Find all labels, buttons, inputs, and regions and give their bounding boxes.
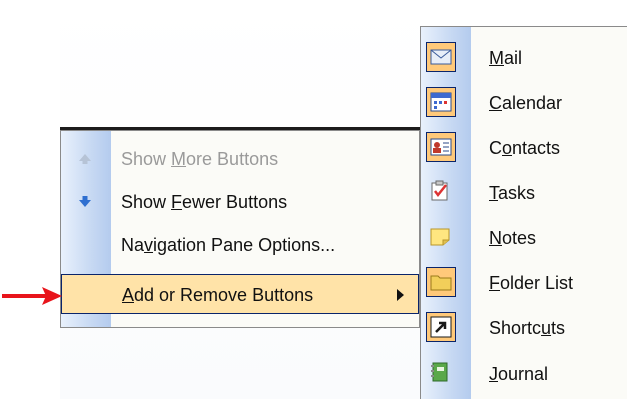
submenu-item-label: Folder List [489,273,574,293]
menu-item-label: Show Fewer Buttons [121,192,288,212]
calendar-icon [430,92,452,112]
tasks-icon [431,180,448,201]
menu-item-label: Show More Buttons [121,149,279,169]
navigation-pane-context-menu: Show More Buttons Show Fewer Buttons Nav… [60,130,420,328]
checked-indicator [426,267,456,297]
menu-item-add-or-remove-buttons[interactable]: Add or Remove Buttons [61,274,419,314]
menu-item-label: Add or Remove Buttons [122,285,314,305]
submenu-item-label: Contacts [489,138,561,158]
submenu-item-calendar[interactable]: Calendar [421,80,626,126]
submenu-item-label: Notes [489,228,537,248]
unchecked-indicator [426,222,456,252]
journal-icon [431,362,448,382]
contacts-icon [430,138,452,156]
menu-item-label: Navigation Pane Options... [121,235,336,255]
submenu-arrow-icon [397,289,404,301]
mail-icon [430,49,452,65]
shortcuts-icon [430,316,452,338]
submenu-item-label: Shortcuts [489,318,566,338]
submenu-item-folder-list[interactable]: Folder List [421,260,626,306]
checked-indicator [426,42,456,72]
arrow-up-icon [75,149,95,169]
submenu-item-mail[interactable]: Mail [421,35,626,81]
unchecked-indicator [426,177,456,207]
submenu-item-label: Mail [489,48,523,68]
submenu-item-journal[interactable]: Journal [421,351,626,397]
submenu-item-tasks[interactable]: Tasks [421,170,626,216]
folder-list-icon [430,275,452,291]
checked-indicator [426,312,456,342]
notes-icon [430,228,450,246]
submenu-item-notes[interactable]: Notes [421,215,626,261]
menu-item-navigation-pane-options[interactable]: Navigation Pane Options... [61,225,419,265]
menu-item-show-fewer-buttons[interactable]: Show Fewer Buttons [61,182,419,222]
submenu-item-label: Tasks [489,183,536,203]
submenu-item-label: Calendar [489,93,563,113]
red-pointer-arrow-icon [2,287,62,305]
checked-indicator [426,87,456,117]
arrow-down-icon [75,192,95,212]
submenu-item-contacts[interactable]: Contacts [421,125,626,171]
menu-item-show-more-buttons[interactable]: Show More Buttons [61,139,419,179]
add-remove-buttons-submenu: Mail Calendar Contacts Tasks Notes Folde… [420,26,627,399]
submenu-item-label: Journal [489,364,549,384]
unchecked-indicator [426,358,456,388]
submenu-item-shortcuts[interactable]: Shortcuts [421,305,626,351]
checked-indicator [426,132,456,162]
